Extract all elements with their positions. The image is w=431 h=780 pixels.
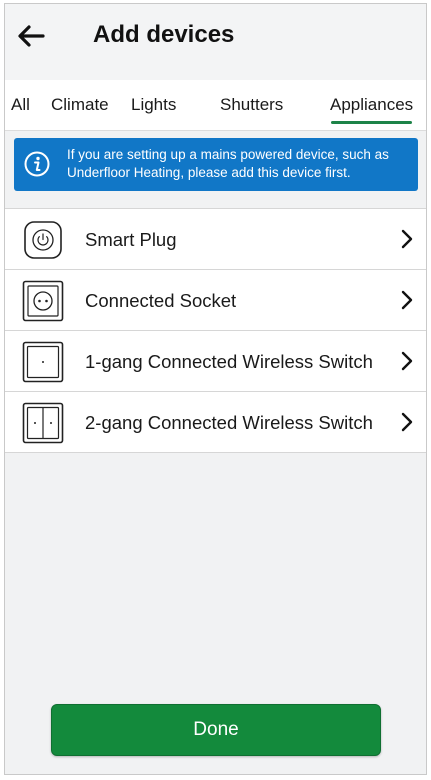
device-label: 2-gang Connected Wireless Switch bbox=[85, 412, 373, 433]
header: Add devices bbox=[5, 4, 426, 80]
smart-plug-icon bbox=[24, 221, 62, 259]
connected-socket-icon bbox=[22, 280, 64, 322]
back-button[interactable] bbox=[15, 20, 47, 52]
device-row-1-gang-switch[interactable]: 1-gang Connected Wireless Switch bbox=[5, 331, 426, 392]
tab-climate[interactable]: Climate bbox=[51, 94, 109, 116]
tab-appliances[interactable]: Appliances bbox=[330, 94, 413, 124]
arrow-left-icon bbox=[18, 25, 45, 47]
device-label: 1-gang Connected Wireless Switch bbox=[85, 351, 373, 372]
chevron-right-icon bbox=[401, 229, 413, 249]
device-row-smart-plug[interactable]: Smart Plug bbox=[5, 209, 426, 270]
chevron-right-icon bbox=[401, 351, 413, 371]
tab-lights[interactable]: Lights bbox=[131, 94, 176, 116]
tab-shutters[interactable]: Shutters bbox=[220, 94, 283, 116]
device-row-2-gang-switch[interactable]: 2-gang Connected Wireless Switch bbox=[5, 392, 426, 453]
page-title: Add devices bbox=[93, 21, 235, 48]
device-label: Smart Plug bbox=[85, 229, 177, 250]
tab-all[interactable]: All bbox=[11, 94, 30, 116]
info-banner-text: If you are setting up a mains powered de… bbox=[67, 147, 389, 180]
one-gang-switch-icon bbox=[22, 341, 64, 383]
device-label: Connected Socket bbox=[85, 290, 237, 311]
done-button[interactable]: Done bbox=[51, 704, 381, 756]
device-list: Smart Plug Connected Socket 1-gang Conne… bbox=[5, 208, 426, 453]
app-screen: Add devices All Climate Lights Shutters … bbox=[4, 3, 427, 775]
chevron-right-icon bbox=[401, 290, 413, 310]
info-icon bbox=[24, 151, 50, 177]
tabs-divider bbox=[5, 130, 426, 131]
device-row-connected-socket[interactable]: Connected Socket bbox=[5, 270, 426, 331]
chevron-right-icon bbox=[401, 412, 413, 432]
category-tabs: All Climate Lights Shutters Appliances bbox=[5, 80, 426, 130]
two-gang-switch-icon bbox=[22, 402, 64, 444]
info-banner: If you are setting up a mains powered de… bbox=[14, 138, 418, 191]
